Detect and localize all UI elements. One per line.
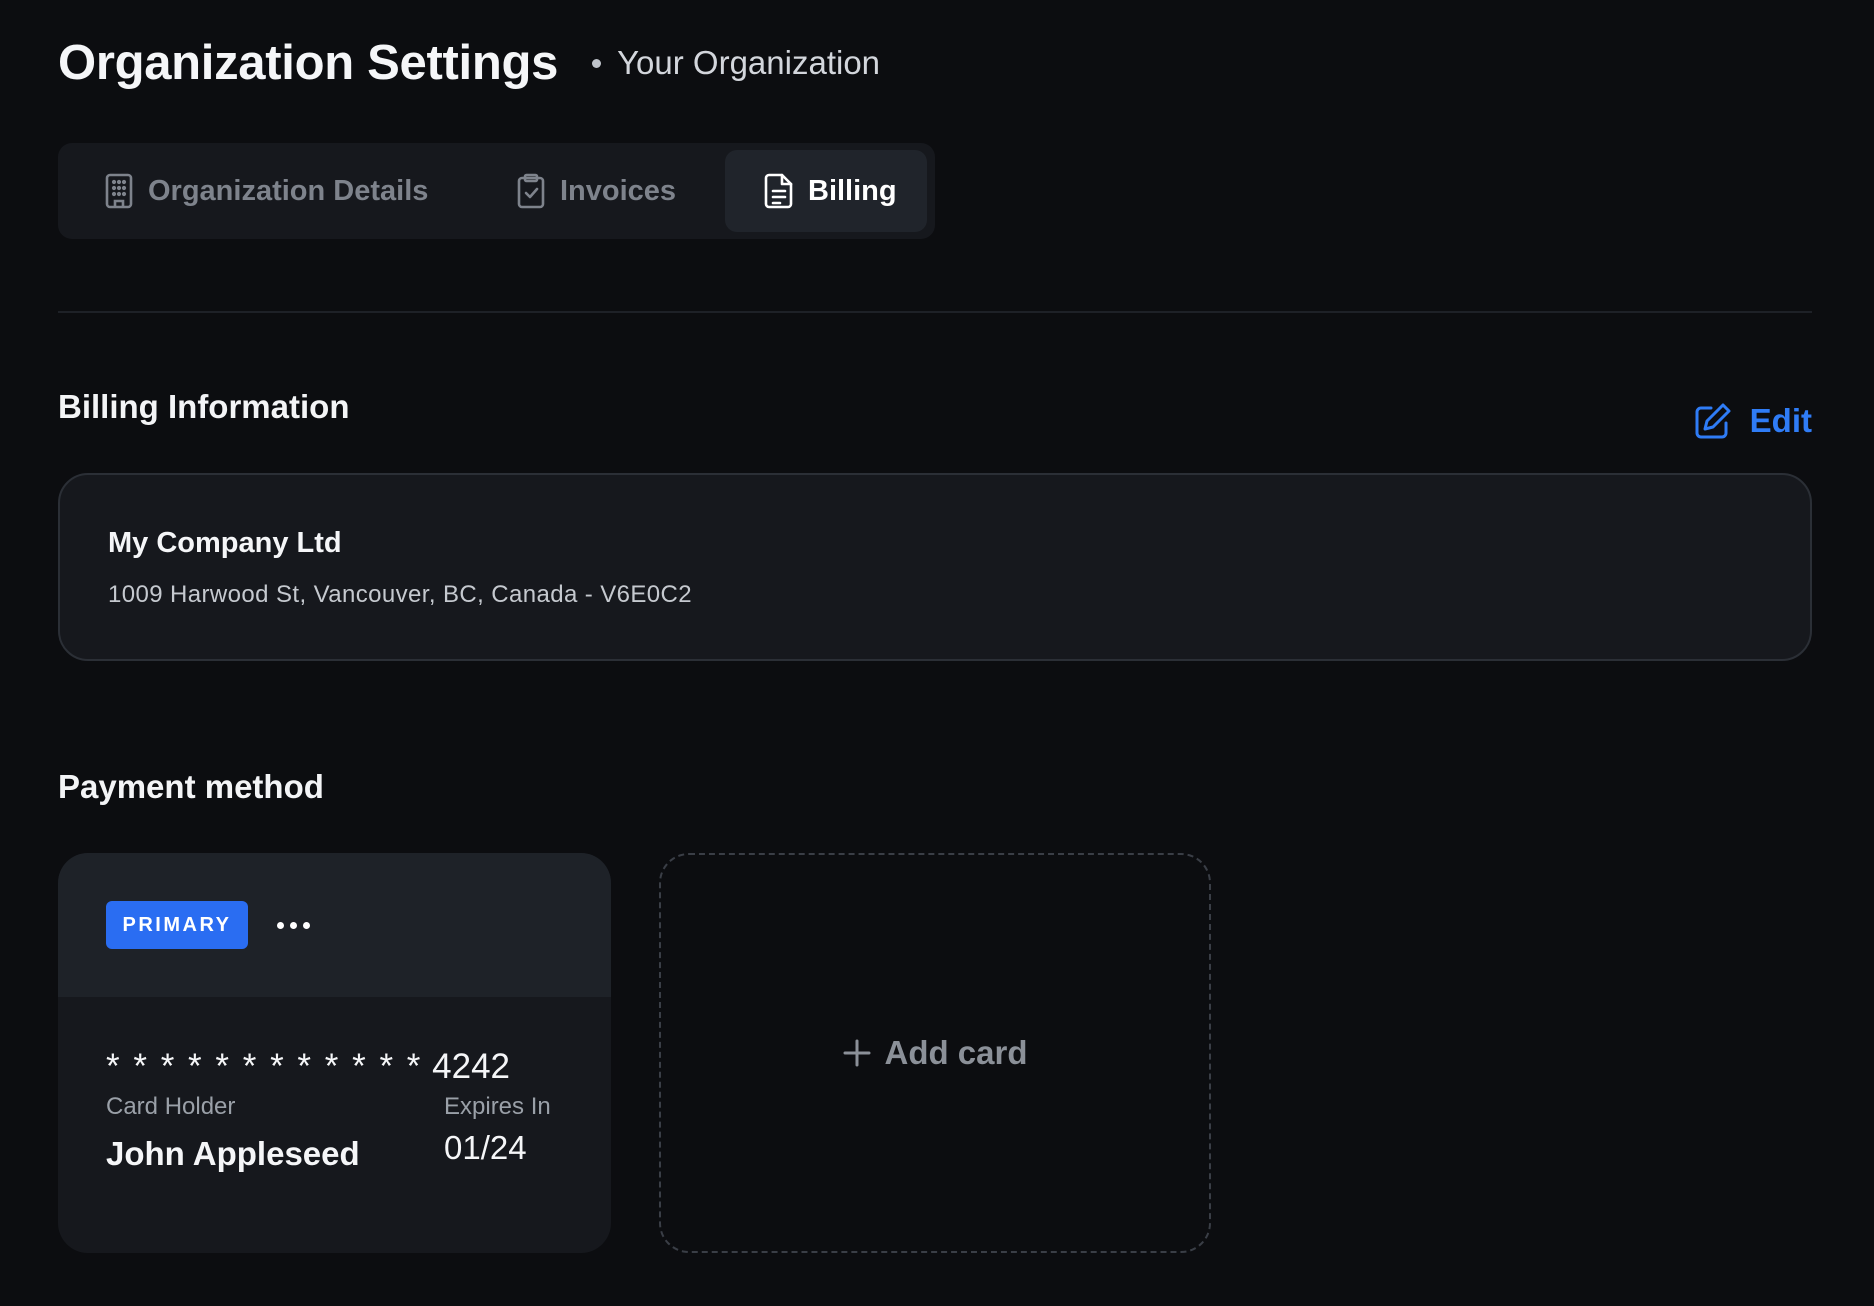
card-number-mask: * * * * * * * * * * * * <box>106 1047 423 1086</box>
organization-label: Your Organization <box>617 44 881 81</box>
more-dot <box>276 921 284 929</box>
add-card-label: Add card <box>884 1034 1028 1071</box>
organization-name: Your Organization <box>592 44 880 82</box>
payment-method-heading: Payment method <box>58 768 324 805</box>
divider <box>58 311 1812 313</box>
tab-label: Invoices <box>560 174 677 207</box>
settings-tabs: Organization Details Invoices Billing <box>58 143 935 239</box>
primary-badge: PRIMARY <box>106 901 248 949</box>
more-dot <box>289 921 297 929</box>
expires-label: Expires In <box>444 1093 551 1120</box>
building-icon <box>104 173 134 209</box>
edit-label: Edit <box>1749 402 1812 439</box>
more-options-button[interactable] <box>268 909 318 941</box>
card-holder-label: Card Holder <box>106 1093 236 1120</box>
bullet-dot <box>592 58 602 68</box>
clipboard-check-icon <box>516 173 546 209</box>
more-dot <box>302 921 310 929</box>
payment-card: PRIMARY * * * * * * * * * * * * 4242 Car… <box>58 853 611 1253</box>
billing-information-heading: Billing Information <box>58 388 350 425</box>
card-last4: 4242 <box>432 1047 511 1086</box>
tab-organization-details[interactable]: Organization Details <box>104 150 428 232</box>
company-address: 1009 Harwood St, Vancouver, BC, Canada -… <box>108 581 693 608</box>
add-card-button[interactable]: Add card <box>659 853 1211 1253</box>
expires-value: 01/24 <box>444 1129 527 1166</box>
card-holder-name: John Appleseed <box>106 1135 360 1172</box>
billing-info-card: My Company Ltd 1009 Harwood St, Vancouve… <box>58 473 1812 661</box>
document-icon <box>764 173 794 209</box>
card-number: * * * * * * * * * * * * 4242 <box>106 1047 510 1087</box>
organization-settings-page: Organization Settings Your Organization … <box>0 0 1874 1306</box>
company-name: My Company Ltd <box>108 527 342 559</box>
tab-billing[interactable]: Billing <box>725 150 927 232</box>
edit-icon <box>1694 402 1732 440</box>
tab-label: Billing <box>808 174 897 207</box>
page-header: Organization Settings Your Organization <box>58 30 880 96</box>
tab-label: Organization Details <box>148 174 429 207</box>
plus-icon <box>842 1038 872 1068</box>
edit-button[interactable]: Edit <box>1694 402 1812 440</box>
tab-invoices[interactable]: Invoices <box>516 150 676 232</box>
page-title: Organization Settings <box>58 36 559 90</box>
